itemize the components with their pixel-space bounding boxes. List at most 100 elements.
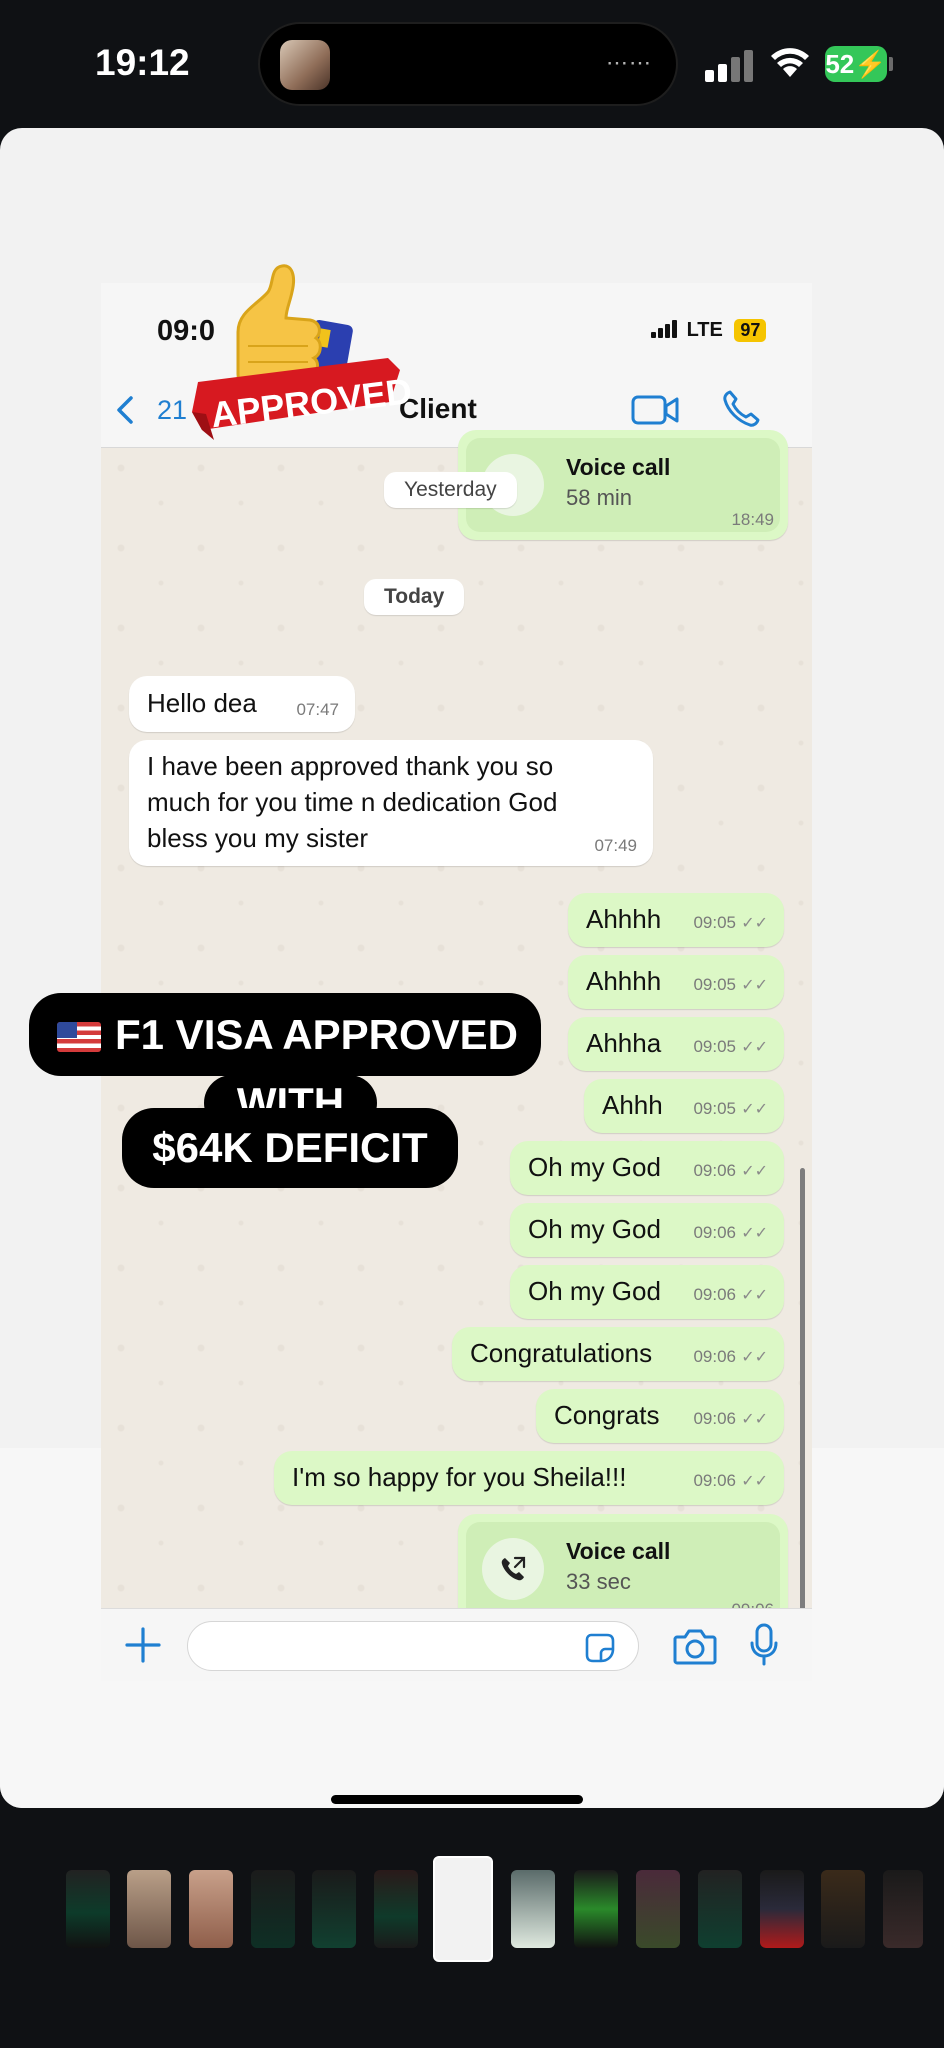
story-thumbnail[interactable] <box>251 1870 295 1948</box>
overlay-line-1: F1 VISA APPROVED <box>115 1011 518 1058</box>
message-text: Congratulations <box>470 1338 653 1368</box>
read-ticks-icon: ✓✓ <box>741 1287 768 1304</box>
message-text: Ahhhh <box>586 966 662 996</box>
message-time: 09:06 <box>693 1471 736 1490</box>
story-thumbnail[interactable] <box>574 1870 618 1948</box>
message-time: 07:49 <box>594 836 637 855</box>
approved-sticker[interactable]: APPROVED <box>188 262 413 457</box>
story-thumbnail[interactable] <box>821 1870 865 1948</box>
dynamic-island[interactable]: ⋯⋯ <box>258 22 678 106</box>
message-text: Ahhhh <box>586 904 662 934</box>
story-thumbnails <box>0 1850 944 1970</box>
home-indicator[interactable] <box>331 1795 583 1804</box>
camera-icon[interactable] <box>673 1627 717 1665</box>
outgoing-message[interactable]: Congratulations 09:06 ✓✓ <box>452 1327 784 1381</box>
message-time: 09:05 <box>693 913 736 932</box>
us-flag-icon <box>57 1022 101 1052</box>
read-ticks-icon: ✓✓ <box>741 1349 768 1366</box>
battery-indicator: 52⚡ <box>825 46 887 82</box>
message-time: 09:06 <box>693 1347 736 1366</box>
outgoing-message[interactable]: Ahhh 09:05 ✓✓ <box>584 1079 784 1133</box>
message-text: Ahhh <box>602 1090 663 1120</box>
voice-call-title: Voice call <box>566 1538 671 1564</box>
outgoing-call-icon <box>501 1556 526 1581</box>
story-thumbnail[interactable] <box>312 1870 356 1948</box>
message-text-line: I have been approved thank you so <box>147 751 554 781</box>
message-text: Oh my God <box>528 1276 661 1306</box>
video-call-icon[interactable] <box>631 393 679 427</box>
battery-tip <box>889 57 893 71</box>
message-time: 09:06 <box>693 1161 736 1180</box>
message-time: 09:06 <box>693 1285 736 1304</box>
inner-network-label: LTE <box>686 319 723 341</box>
back-unread-count[interactable]: 21 <box>157 395 187 426</box>
message-text-line: bless you my sister <box>147 823 369 853</box>
story-card: 09:0 LTE 97 21 Client Voice call 58 min … <box>0 128 944 1808</box>
read-ticks-icon: ✓✓ <box>741 1225 768 1242</box>
message-text: I'm so happy for you Sheila!!! <box>292 1462 627 1492</box>
outgoing-message[interactable]: Ahhhh 09:05 ✓✓ <box>568 893 784 947</box>
outgoing-message[interactable]: Oh my God 09:06 ✓✓ <box>510 1141 784 1195</box>
back-chevron-icon[interactable] <box>115 395 135 425</box>
microphone-icon[interactable] <box>749 1623 779 1667</box>
call-icon-circle <box>482 1538 544 1600</box>
message-text: Hello dea <box>147 688 257 718</box>
message-time: 18:49 <box>731 510 774 529</box>
voice-call-title: Voice call <box>566 454 671 480</box>
island-avatar <box>280 40 330 90</box>
system-status-bar: 19:12 ⋯⋯ 52⚡ <box>0 0 944 128</box>
story-thumbnail[interactable] <box>127 1870 171 1948</box>
read-ticks-icon: ✓✓ <box>741 1411 768 1428</box>
message-time: 07:47 <box>296 700 339 719</box>
outgoing-message[interactable]: Ahhhh 09:05 ✓✓ <box>568 955 784 1009</box>
message-time: 09:05 <box>693 975 736 994</box>
outgoing-message[interactable]: Oh my God 09:06 ✓✓ <box>510 1265 784 1319</box>
status-time: 19:12 <box>95 42 190 83</box>
story-thumbnail-active[interactable] <box>433 1856 493 1962</box>
outgoing-message[interactable]: Congrats 09:06 ✓✓ <box>536 1389 784 1443</box>
phone-icon[interactable] <box>721 389 761 429</box>
incoming-message[interactable]: I have been approved thank you so much f… <box>129 740 653 866</box>
message-text: Oh my God <box>528 1214 661 1244</box>
story-thumbnail[interactable] <box>374 1870 418 1948</box>
whatsapp-screenshot: 09:0 LTE 97 21 Client Voice call 58 min … <box>101 283 812 1681</box>
voice-call-duration: 33 sec <box>566 1569 631 1594</box>
story-thumbnail[interactable] <box>511 1870 555 1948</box>
read-ticks-icon: ✓✓ <box>741 977 768 994</box>
message-time: 09:05 <box>693 1099 736 1118</box>
sticker-icon[interactable] <box>585 1633 615 1663</box>
date-chip-yesterday: Yesterday <box>384 472 517 508</box>
voice-call-duration: 58 min <box>566 485 633 510</box>
message-text-line: much for you time n dedication God <box>147 787 558 817</box>
outgoing-message[interactable]: Oh my God 09:06 ✓✓ <box>510 1203 784 1257</box>
read-ticks-icon: ✓✓ <box>741 1039 768 1056</box>
message-text: Ahhha <box>586 1028 662 1058</box>
message-time: 09:06 <box>693 1409 736 1428</box>
read-ticks-icon: ✓✓ <box>741 915 768 932</box>
battery-level: 52 <box>825 49 855 79</box>
inner-signal-icon <box>651 320 681 338</box>
message-time: 09:06 <box>693 1223 736 1242</box>
incoming-message[interactable]: Hello dea 07:47 <box>129 676 355 732</box>
story-thumbnail[interactable] <box>698 1870 742 1948</box>
outgoing-message[interactable]: Ahhha 09:05 ✓✓ <box>568 1017 784 1071</box>
story-thumbnail[interactable] <box>883 1870 923 1948</box>
story-thumbnail[interactable] <box>636 1870 680 1948</box>
plus-icon[interactable] <box>123 1625 163 1665</box>
outgoing-message[interactable]: I'm so happy for you Sheila!!! 09:06 ✓✓ <box>274 1451 784 1505</box>
message-text: Oh my God <box>528 1152 661 1182</box>
story-thumbnail[interactable] <box>66 1870 110 1948</box>
read-ticks-icon: ✓✓ <box>741 1473 768 1490</box>
scroll-indicator[interactable] <box>800 1168 805 1681</box>
inner-battery: 97 <box>734 319 767 342</box>
message-composer <box>101 1608 812 1681</box>
date-chip-today: Today <box>364 579 465 615</box>
overlay-caption-line[interactable]: $64K DEFICIT <box>122 1108 458 1188</box>
island-waveform-icon: ⋯⋯ <box>606 50 652 75</box>
story-thumbnail[interactable] <box>189 1870 233 1948</box>
message-input[interactable] <box>187 1621 639 1671</box>
read-ticks-icon: ✓✓ <box>741 1101 768 1118</box>
inner-status-right: LTE 97 <box>651 319 767 342</box>
overlay-caption-line[interactable]: F1 VISA APPROVED <box>29 993 541 1076</box>
story-thumbnail[interactable] <box>760 1870 804 1948</box>
